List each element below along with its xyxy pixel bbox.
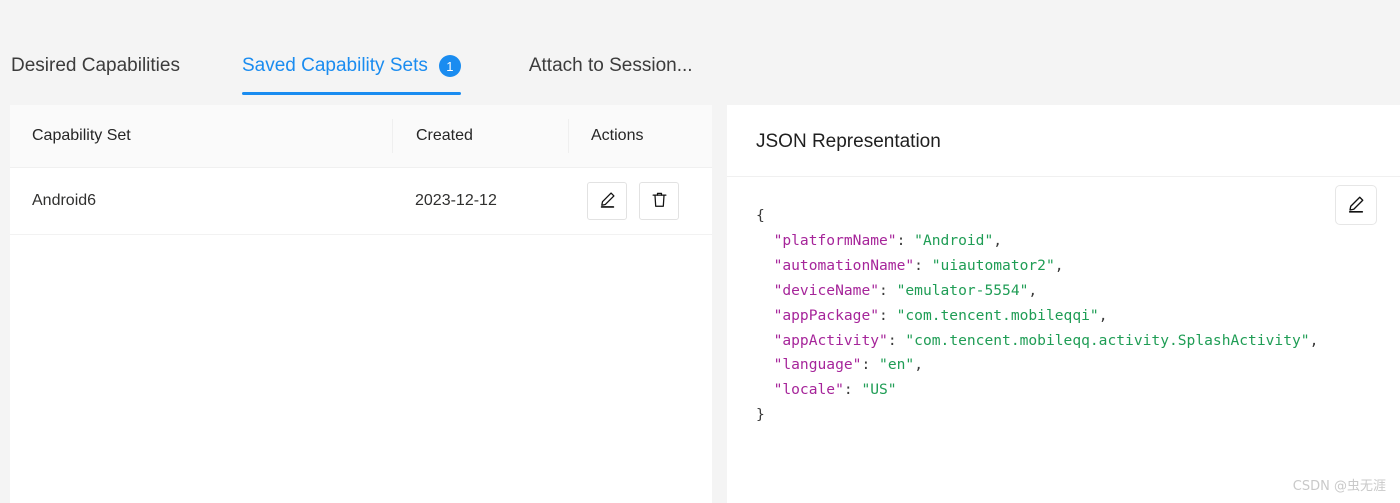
cell-capability-set-name: Android6 [32, 192, 97, 209]
tab-attach-to-session[interactable]: Attach to Session... [529, 55, 693, 95]
edit-capability-set-button[interactable] [587, 182, 627, 220]
table-header-row: Capability Set Created Actions [10, 105, 712, 168]
tab-saved-capability-sets[interactable]: Saved Capability Sets 1 [241, 55, 461, 95]
column-header-actions: Actions [568, 119, 712, 153]
edit-json-button[interactable] [1335, 185, 1377, 225]
delete-capability-set-button[interactable] [639, 182, 679, 220]
edit-icon [598, 190, 617, 212]
edit-icon [1346, 194, 1366, 217]
tab-label: Desired Capabilities [11, 55, 180, 76]
delete-icon [650, 190, 669, 212]
json-code-block: { "platformName": "Android", "automation… [756, 207, 1319, 424]
column-header-capability-set: Capability Set [32, 127, 131, 144]
tab-label: Saved Capability Sets [241, 55, 428, 76]
active-tab-underline [241, 92, 461, 95]
tab-label: Attach to Session... [528, 55, 693, 76]
json-panel-title: JSON Representation [756, 131, 941, 152]
json-representation-panel: JSON Representation { "platformName": "A… [727, 105, 1400, 503]
json-body: { "platformName": "Android", "automation… [727, 177, 1400, 428]
cell-created-date: 2023-12-12 [415, 192, 497, 209]
table-row[interactable]: Android6 2023-12-12 [10, 168, 712, 235]
tab-desired-capabilities[interactable]: Desired Capabilities [11, 55, 180, 95]
tab-count-badge: 1 [438, 55, 461, 77]
cell-actions [568, 182, 712, 220]
column-header-created: Created [392, 119, 568, 153]
watermark: CSDN @虫无涯 [1292, 479, 1386, 494]
capability-sets-panel: Capability Set Created Actions Android6 … [10, 105, 712, 503]
tab-bar: Desired Capabilities Saved Capability Se… [0, 0, 1400, 95]
